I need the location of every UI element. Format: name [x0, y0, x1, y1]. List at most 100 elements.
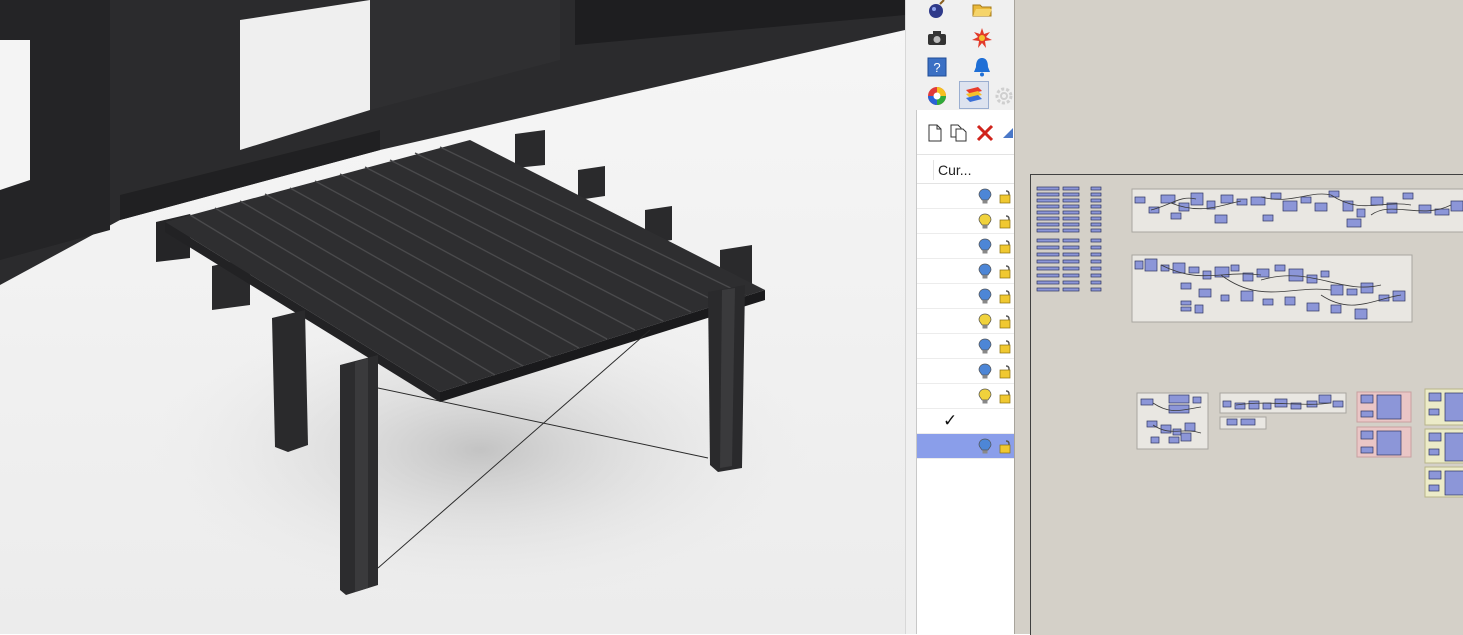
gh-component[interactable] — [1036, 287, 1060, 292]
gh-component[interactable] — [1262, 402, 1272, 410]
visibility-bulb-icon[interactable] — [978, 313, 992, 330]
gh-component[interactable] — [1062, 204, 1080, 209]
gear-icon[interactable] — [993, 83, 1015, 109]
gh-component[interactable] — [1062, 210, 1080, 215]
gh-component[interactable] — [1360, 430, 1374, 440]
layer-row[interactable]: ✓ — [917, 409, 1014, 434]
gh-component[interactable] — [1090, 204, 1102, 209]
gh-component[interactable] — [1150, 436, 1160, 444]
gh-component[interactable] — [1220, 194, 1234, 204]
current-column-header[interactable]: Cur... — [933, 160, 971, 180]
gh-component[interactable] — [1330, 304, 1342, 314]
gh-component[interactable] — [1360, 282, 1374, 294]
gh-component[interactable] — [1090, 252, 1102, 257]
gh-component[interactable] — [1062, 259, 1080, 264]
visibility-bulb-icon[interactable] — [978, 238, 992, 255]
gh-component[interactable] — [1300, 196, 1312, 204]
visibility-bulb-icon[interactable] — [978, 188, 992, 205]
gh-component[interactable] — [1190, 192, 1204, 206]
gh-component[interactable] — [1444, 392, 1463, 422]
gh-component[interactable] — [1444, 470, 1463, 496]
gh-component[interactable] — [1170, 212, 1182, 220]
gh-component[interactable] — [1370, 196, 1384, 206]
layer-row[interactable] — [917, 309, 1014, 334]
gh-component[interactable] — [1090, 228, 1102, 233]
layer-row[interactable] — [917, 234, 1014, 259]
gh-component[interactable] — [1160, 424, 1172, 434]
layer-row[interactable] — [917, 334, 1014, 359]
current-layer-check[interactable]: ✓ — [943, 411, 957, 431]
gh-component[interactable] — [1230, 264, 1240, 272]
gh-component[interactable] — [1036, 228, 1060, 233]
gh-component[interactable] — [1090, 266, 1102, 271]
gh-component[interactable] — [1356, 208, 1366, 218]
gh-component[interactable] — [1328, 190, 1340, 198]
lock-icon[interactable] — [999, 214, 1013, 229]
gh-component[interactable] — [1332, 400, 1344, 408]
gh-component[interactable] — [1062, 216, 1080, 221]
gh-component[interactable] — [1062, 245, 1080, 250]
bomb-icon[interactable] — [923, 0, 951, 22]
gh-component[interactable] — [1062, 198, 1080, 203]
gh-component[interactable] — [1342, 200, 1354, 212]
gh-component[interactable] — [1140, 398, 1154, 406]
gh-component[interactable] — [1256, 268, 1270, 278]
gh-component[interactable] — [1450, 200, 1463, 212]
gh-component[interactable] — [1360, 394, 1374, 404]
gh-component[interactable] — [1236, 198, 1248, 206]
gh-component[interactable] — [1090, 259, 1102, 264]
gh-component[interactable] — [1172, 262, 1186, 274]
gh-component[interactable] — [1062, 266, 1080, 271]
layer-row[interactable] — [917, 259, 1014, 284]
gh-component[interactable] — [1036, 245, 1060, 250]
gh-component[interactable] — [1288, 268, 1304, 282]
gh-component[interactable] — [1274, 264, 1286, 272]
gh-component[interactable] — [1062, 280, 1080, 285]
viewport-splitter[interactable] — [905, 0, 913, 634]
lock-icon[interactable] — [999, 339, 1013, 354]
gh-component[interactable] — [1346, 218, 1362, 228]
lock-icon[interactable] — [999, 314, 1013, 329]
visibility-bulb-icon[interactable] — [978, 438, 992, 455]
layer-row[interactable] — [917, 359, 1014, 384]
gh-component[interactable] — [1144, 258, 1158, 272]
gh-component[interactable] — [1262, 214, 1274, 222]
gh-component[interactable] — [1090, 273, 1102, 278]
gh-component[interactable] — [1428, 484, 1440, 492]
gh-component[interactable] — [1036, 216, 1060, 221]
gh-component[interactable] — [1180, 300, 1192, 306]
gh-component[interactable] — [1180, 432, 1192, 442]
gh-component[interactable] — [1062, 238, 1080, 243]
gh-component[interactable] — [1222, 400, 1232, 408]
gh-component[interactable] — [1062, 273, 1080, 278]
gh-component[interactable] — [1168, 436, 1180, 444]
gh-component[interactable] — [1036, 192, 1060, 197]
gh-component[interactable] — [1360, 446, 1374, 454]
gh-component[interactable] — [1036, 222, 1060, 227]
gh-component[interactable] — [1036, 186, 1060, 191]
gh-component[interactable] — [1090, 222, 1102, 227]
gh-component[interactable] — [1346, 288, 1358, 296]
layer-row[interactable] — [917, 384, 1014, 409]
gh-component[interactable] — [1172, 428, 1182, 436]
gh-component[interactable] — [1330, 284, 1344, 296]
gh-component[interactable] — [1376, 394, 1402, 420]
gh-component[interactable] — [1090, 287, 1102, 292]
gh-component[interactable] — [1194, 304, 1204, 314]
gh-component[interactable] — [1062, 228, 1080, 233]
lock-icon[interactable] — [999, 239, 1013, 254]
gh-component[interactable] — [1314, 202, 1328, 212]
gh-component[interactable] — [1062, 252, 1080, 257]
gh-component[interactable] — [1180, 282, 1192, 290]
gh-component[interactable] — [1248, 400, 1260, 410]
gh-component[interactable] — [1062, 192, 1080, 197]
gh-component[interactable] — [1428, 470, 1442, 480]
gh-component[interactable] — [1036, 252, 1060, 257]
gh-component[interactable] — [1036, 266, 1060, 271]
layer-row[interactable] — [917, 209, 1014, 234]
gh-component[interactable] — [1376, 430, 1402, 456]
gh-component[interactable] — [1036, 198, 1060, 203]
gh-component[interactable] — [1240, 290, 1254, 302]
gh-component[interactable] — [1250, 196, 1266, 206]
visibility-bulb-icon[interactable] — [978, 388, 992, 405]
